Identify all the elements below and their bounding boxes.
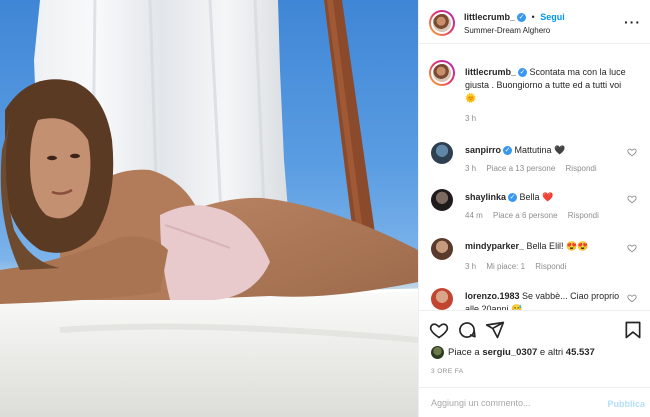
reply-button[interactable]: Rispondi: [566, 164, 597, 173]
commenter-avatar[interactable]: [431, 142, 453, 164]
likes-count[interactable]: 45.537: [566, 347, 595, 358]
comment-body: lorenzo.1983 Se vabbè... Ciao proprio al…: [465, 290, 627, 310]
comment-heart-icon[interactable]: [627, 243, 637, 253]
heart-icon[interactable]: [429, 320, 449, 340]
comment-username[interactable]: sanpirro: [465, 145, 501, 155]
comment-time: 3 h: [465, 262, 477, 271]
verified-badge-icon: ✓: [518, 68, 528, 78]
commenter-avatar[interactable]: [431, 189, 453, 211]
comment-username[interactable]: mindyparker_: [465, 241, 524, 251]
caption-username[interactable]: littlecrumb_: [465, 67, 516, 77]
comment-text: Bella Elil! 😍😍: [526, 241, 589, 251]
author-avatar[interactable]: [429, 10, 455, 36]
person-face: [30, 118, 91, 219]
liker-avatar: [431, 346, 444, 359]
verified-badge-icon: ✓: [503, 146, 513, 156]
liker-username[interactable]: sergiu_0307: [482, 347, 537, 358]
commenter-avatar[interactable]: [431, 238, 453, 260]
beach-photo-illustration: [0, 0, 418, 417]
verified-badge-icon: ✓: [508, 193, 518, 203]
more-horizontal-icon[interactable]: ···: [624, 14, 641, 30]
instagram-post-window: littlecrumb_ ✓ • Segui Summer-Dream Alghe…: [0, 0, 650, 417]
comment-username[interactable]: lorenzo.1983: [465, 291, 520, 301]
post-actions: Piace a sergiu_0307 e altri 45.537 3 ORE…: [419, 310, 650, 417]
post-header: littlecrumb_ ✓ • Segui Summer-Dream Alghe…: [419, 0, 650, 44]
comment-heart-icon[interactable]: [627, 194, 637, 204]
comment-item: lorenzo.1983 Se vabbè... Ciao proprio al…: [419, 286, 650, 310]
publish-button[interactable]: Pubblica: [607, 399, 645, 409]
comment-body: shaylinka ✓ Bella ❤️: [465, 191, 627, 204]
comment-text: Bella ❤️: [519, 192, 554, 202]
caption-author-avatar[interactable]: [429, 60, 455, 86]
comment-username[interactable]: shaylinka: [465, 192, 506, 202]
reply-button[interactable]: Rispondi: [568, 211, 599, 220]
separator-dot: •: [531, 12, 535, 22]
bookmark-icon[interactable]: [623, 320, 643, 340]
comment-heart-icon[interactable]: [627, 147, 637, 157]
add-comment-input[interactable]: [431, 398, 591, 408]
comment-icon[interactable]: [457, 320, 477, 340]
post-timestamp: 3 ORE FA: [431, 368, 464, 375]
likes-summary[interactable]: Piace a sergiu_0307 e altri 45.537: [431, 346, 595, 359]
comment-meta: 44 m Piace a 6 persone Rispondi: [465, 211, 607, 220]
comment-text: Mattutina 🖤: [514, 145, 566, 155]
likes-prefix: Piace a: [448, 347, 483, 359]
author-username[interactable]: littlecrumb_: [464, 12, 515, 22]
caption-time: 3 h: [465, 114, 477, 123]
comment-time: 44 m: [465, 211, 483, 220]
comment-body: mindyparker_ Bella Elil! 😍😍: [465, 240, 627, 253]
commenter-avatar[interactable]: [431, 288, 453, 310]
paper-plane-icon[interactable]: [485, 320, 505, 340]
comment-meta: 3 h Piace a 13 persone Rispondi: [465, 164, 605, 173]
likes-middle: e altri: [537, 347, 566, 359]
post-side-panel: littlecrumb_ ✓ • Segui Summer-Dream Alghe…: [418, 0, 650, 417]
location-link[interactable]: Summer-Dream Alghero: [464, 26, 550, 35]
comment-meta: 3 h Mi piace: 1 Rispondi: [465, 262, 574, 271]
comment-body: sanpirro ✓ Mattutina 🖤: [465, 144, 627, 157]
verified-badge-icon: ✓: [517, 13, 527, 23]
comment-time: 3 h: [465, 164, 477, 173]
sunbed-mattress: [0, 290, 418, 417]
follow-button[interactable]: Segui: [540, 12, 565, 22]
comment-heart-icon[interactable]: [627, 293, 637, 303]
comment-like-count[interactable]: Piace a 13 persone: [486, 164, 555, 173]
add-comment-bar: Pubblica: [419, 387, 650, 417]
caption-text-block: littlecrumb_ ✓ Scontata ma con la luce gi…: [465, 66, 627, 105]
reply-button[interactable]: Rispondi: [535, 262, 566, 271]
post-photo[interactable]: [0, 0, 418, 417]
comment-like-count[interactable]: Mi piace: 1: [486, 262, 525, 271]
header-title-row: littlecrumb_ ✓ • Segui: [464, 12, 565, 23]
comment-like-count[interactable]: Piace a 6 persone: [493, 211, 558, 220]
